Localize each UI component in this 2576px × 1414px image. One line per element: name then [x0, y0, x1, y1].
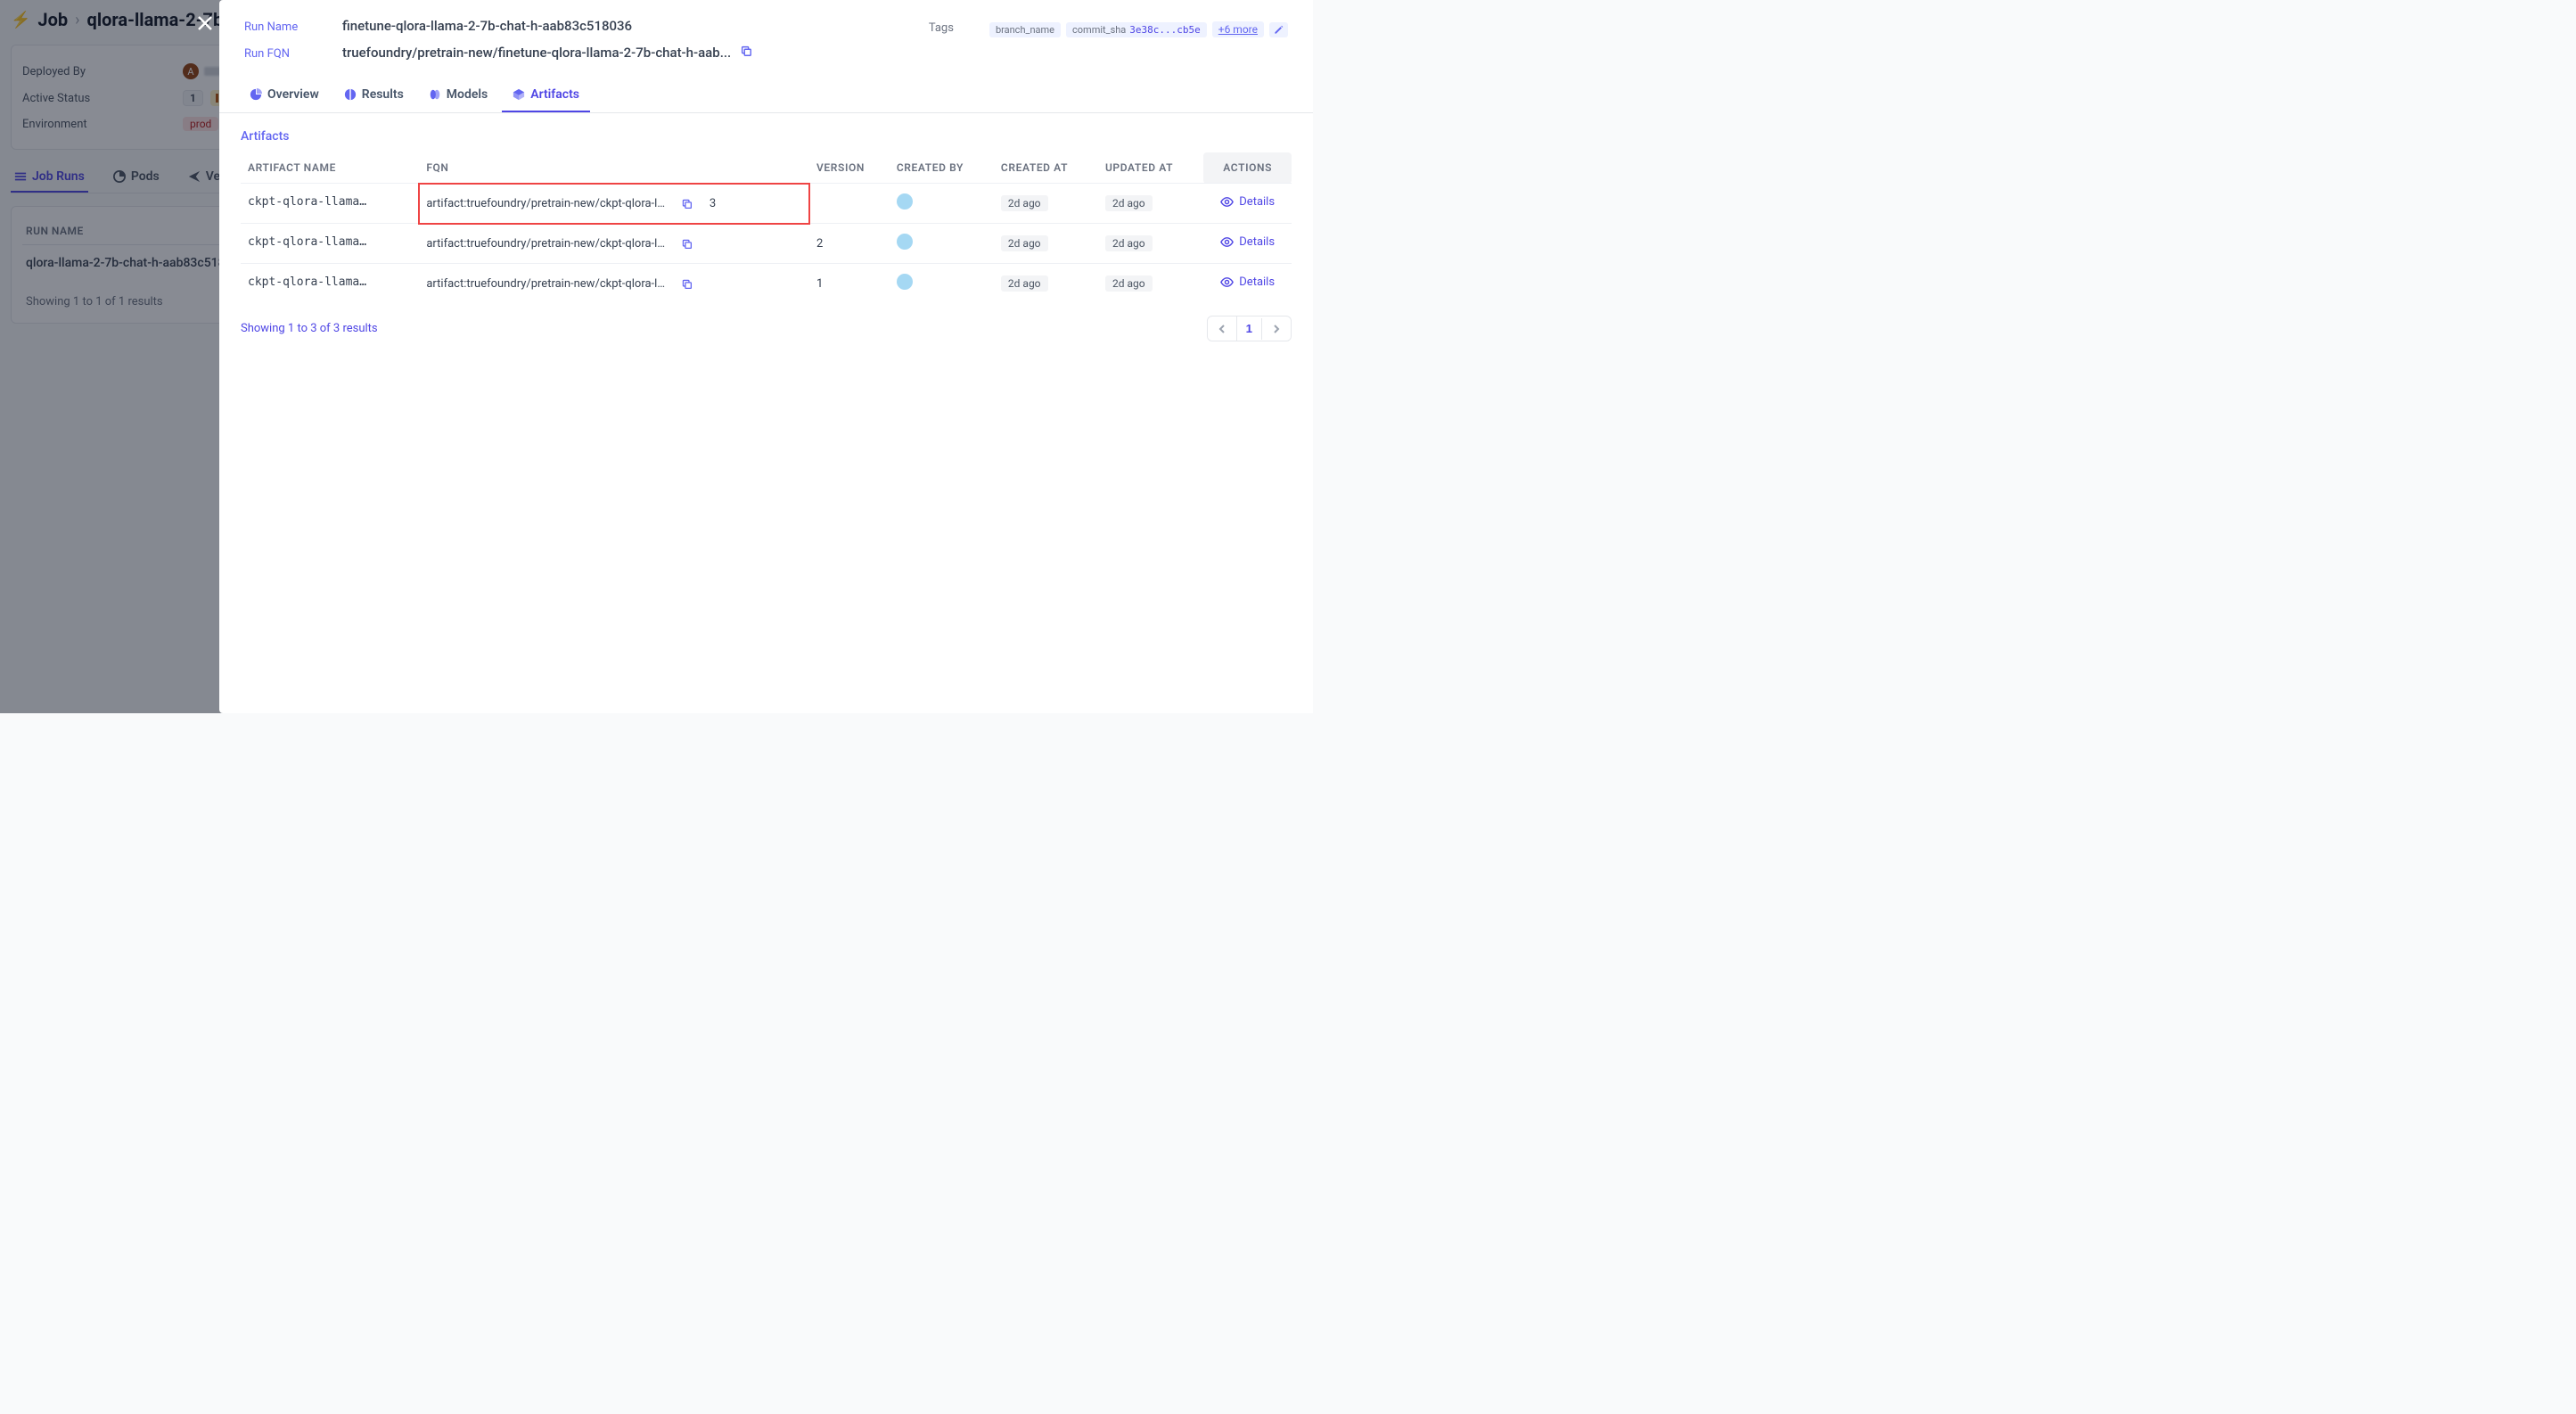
chevron-right-icon [1271, 324, 1282, 334]
avatar [897, 193, 913, 210]
results-text: Showing 1 to 3 of 3 results [241, 322, 378, 335]
tab-artifacts[interactable]: Artifacts [502, 78, 590, 112]
panel-header: Run Name finetune-qlora-llama-2-7b-chat-… [219, 0, 1313, 78]
run-details-panel: Run Name finetune-qlora-llama-2-7b-chat-… [219, 0, 1313, 713]
column-header-version: VERSION [809, 152, 890, 184]
more-tags-link[interactable]: +6 more [1212, 21, 1264, 37]
panel-tabs: Overview Results Models Artifacts [219, 78, 1313, 113]
table-row[interactable]: ckpt-qlora-llama-2-7b... artifact:truefo… [241, 184, 1292, 224]
column-header-fqn: FQN [419, 152, 809, 184]
artifact-fqn: artifact:truefoundry/pretrain-new/ckpt-q… [426, 277, 667, 291]
created-at-badge: 2d ago [1001, 235, 1048, 251]
tab-models[interactable]: Models [418, 78, 498, 112]
panel-body: Artifacts ARTIFACT NAME FQN VERSION CREA… [219, 113, 1313, 358]
page-number[interactable]: 1 [1236, 317, 1261, 341]
pencil-icon [1274, 25, 1284, 35]
eye-icon [1220, 195, 1234, 209]
updated-at-badge: 2d ago [1105, 195, 1153, 211]
table-row[interactable]: ckpt-qlora-llama-2-7b... artifact:truefo… [241, 264, 1292, 304]
column-header-created-by: CREATED BY [890, 152, 994, 184]
column-header-created-at: CREATED AT [994, 152, 1098, 184]
artifact-version: 3 [710, 197, 716, 210]
pie-icon [250, 88, 262, 101]
pagination: 1 [1207, 316, 1292, 341]
copy-icon [681, 278, 693, 290]
artifact-version: 1 [809, 264, 890, 304]
tab-overview[interactable]: Overview [239, 78, 330, 112]
split-icon [344, 88, 357, 101]
created-at-badge: 2d ago [1001, 195, 1048, 211]
column-header-actions: ACTIONS [1203, 152, 1292, 184]
run-fqn-label: Run FQN [244, 47, 342, 61]
avatar [897, 274, 913, 290]
close-icon [196, 14, 214, 32]
column-header-updated-at: UPDATED AT [1098, 152, 1203, 184]
avatar [897, 234, 913, 250]
table-row[interactable]: ckpt-qlora-llama-2-7b... artifact:truefo… [241, 224, 1292, 264]
section-title: Artifacts [241, 129, 1292, 144]
details-button[interactable]: Details [1220, 275, 1275, 289]
updated-at-badge: 2d ago [1105, 275, 1153, 292]
details-button[interactable]: Details [1220, 235, 1275, 249]
chevron-left-icon [1217, 324, 1227, 334]
edit-tags-button[interactable] [1269, 22, 1288, 37]
close-button[interactable] [196, 14, 214, 32]
eye-icon [1220, 235, 1234, 249]
artifact-name: ckpt-qlora-llama-2-7b... [248, 195, 373, 209]
artifact-fqn: artifact:truefoundry/pretrain-new/ckpt-q… [426, 237, 667, 251]
run-name-value: finetune-qlora-llama-2-7b-chat-h-aab83c5… [342, 18, 632, 34]
artifacts-table: ARTIFACT NAME FQN VERSION CREATED BY CRE… [241, 152, 1292, 303]
artifact-name: ckpt-qlora-llama-2-7b... [248, 275, 373, 289]
tag-commit[interactable]: commit_sha3e38c...cb5e [1066, 22, 1207, 37]
run-name-label: Run Name [244, 21, 342, 34]
updated-at-badge: 2d ago [1105, 235, 1153, 251]
run-fqn-value: truefoundry/pretrain-new/finetune-qlora-… [342, 45, 731, 61]
column-header-name: ARTIFACT NAME [241, 152, 419, 184]
prev-page-button[interactable] [1208, 318, 1236, 340]
copy-icon [681, 198, 693, 210]
box-icon [513, 88, 525, 101]
artifact-name: ckpt-qlora-llama-2-7b... [248, 235, 373, 249]
created-at-badge: 2d ago [1001, 275, 1048, 292]
tags-label: Tags [929, 21, 954, 35]
table-footer: Showing 1 to 3 of 3 results 1 [241, 316, 1292, 341]
copy-fqn-button[interactable] [681, 198, 693, 210]
tab-results[interactable]: Results [333, 78, 414, 112]
tag-branch[interactable]: branch_name [989, 22, 1061, 37]
copy-fqn-button[interactable] [681, 238, 693, 250]
copy-fqn-button[interactable] [681, 278, 693, 290]
eye-icon [1220, 275, 1234, 289]
next-page-button[interactable] [1261, 318, 1291, 340]
artifact-version: 2 [809, 224, 890, 264]
artifact-fqn: artifact:truefoundry/pretrain-new/ckpt-q… [426, 197, 667, 210]
copy-icon [740, 45, 752, 57]
copy-icon [681, 238, 693, 250]
copy-fqn-button[interactable] [740, 45, 752, 57]
brain-icon [429, 88, 441, 101]
details-button[interactable]: Details [1220, 195, 1275, 209]
